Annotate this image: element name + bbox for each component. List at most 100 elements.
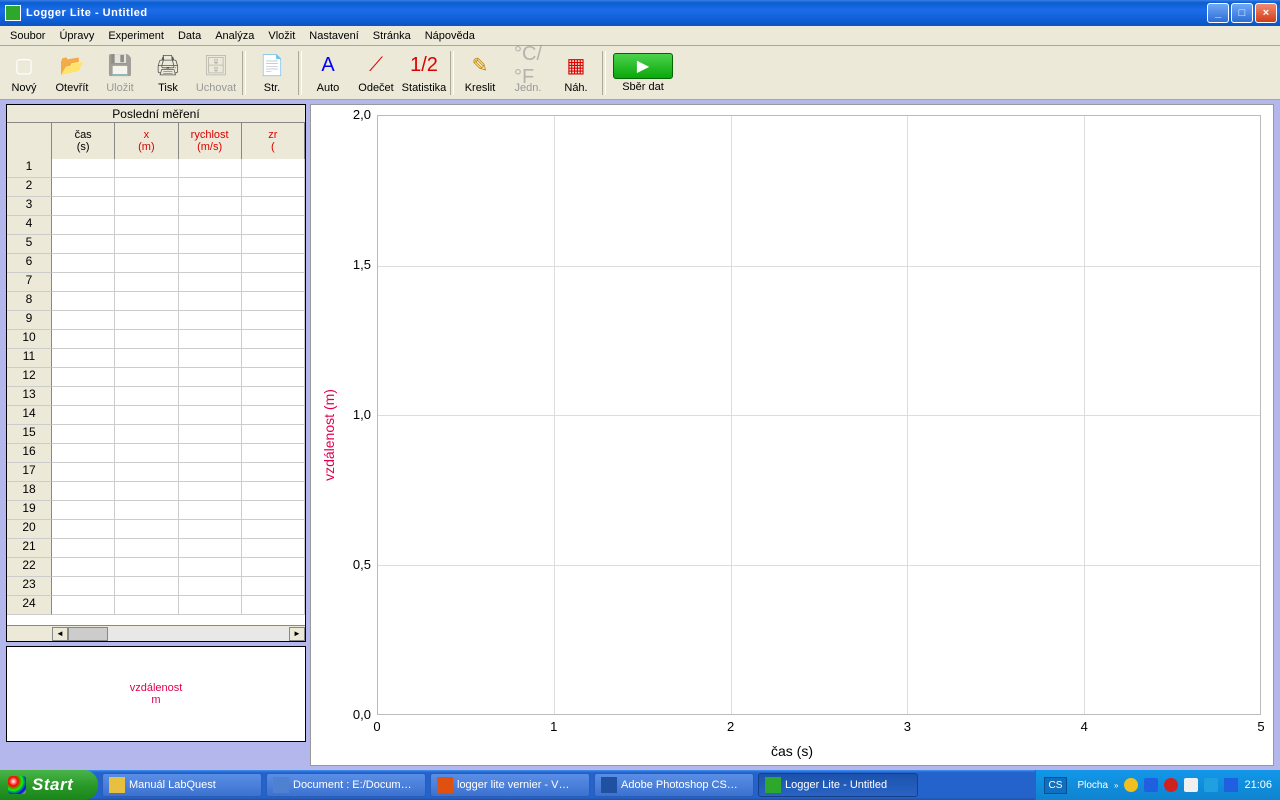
scroll-right-button[interactable]: ► (289, 627, 305, 641)
column-header[interactable]: x(m) (115, 123, 178, 159)
readout-unit: m (151, 694, 160, 706)
autoscale-button[interactable]: AAuto (304, 48, 352, 98)
table-row[interactable]: 17 (7, 463, 305, 482)
y-axis-label[interactable]: vzdálenost (m) (321, 389, 337, 481)
scroll-left-button[interactable]: ◄ (52, 627, 68, 641)
menu-nastavení[interactable]: Nastavení (303, 28, 365, 44)
toolbar-label: Statistika (402, 82, 447, 94)
page-button[interactable]: 📄Str. (248, 48, 296, 98)
table-row[interactable]: 19 (7, 501, 305, 520)
x-tick: 0 (373, 719, 380, 734)
file-icon: ▢ (10, 52, 38, 80)
stats-icon: 1/2 (410, 52, 438, 80)
column-headers: čas(s)x(m)rychlost(m/s)zr( (7, 123, 305, 159)
table-row[interactable]: 20 (7, 520, 305, 539)
start-button[interactable]: Start (0, 770, 98, 800)
menu-analýza[interactable]: Analýza (209, 28, 260, 44)
table-row[interactable]: 1 (7, 159, 305, 178)
table-row[interactable]: 2 (7, 178, 305, 197)
table-horizontal-scrollbar[interactable]: ◄ ► (7, 625, 305, 641)
table-row[interactable]: 4 (7, 216, 305, 235)
column-header[interactable]: zr( (242, 123, 305, 159)
table-title: Poslední měření (7, 105, 305, 123)
examine-button[interactable]: ⟋Odečet (352, 48, 400, 98)
toolbar-label: Uložit (106, 82, 134, 94)
plot-region[interactable] (377, 115, 1261, 715)
table-row[interactable]: 18 (7, 482, 305, 501)
menu-soubor[interactable]: Soubor (4, 28, 51, 44)
y-tick: 0,5 (353, 557, 371, 572)
table-row[interactable]: 7 (7, 273, 305, 292)
tray-icon[interactable] (1144, 778, 1158, 792)
preview-button[interactable]: ▦Náh. (552, 48, 600, 98)
table-row[interactable]: 21 (7, 539, 305, 558)
system-tray[interactable]: CS Plocha » 21:06 (1035, 770, 1280, 800)
tray-icon[interactable] (1124, 778, 1138, 792)
tray-icon[interactable] (1204, 778, 1218, 792)
clock[interactable]: 21:06 (1244, 779, 1272, 791)
units-button[interactable]: °C/°FJedn. (504, 48, 552, 98)
menu-experiment[interactable]: Experiment (102, 28, 170, 44)
column-header[interactable]: čas(s) (52, 123, 115, 159)
chart-area[interactable]: vzdálenost (m) 0,00,51,01,52,0 012345 ča… (310, 104, 1274, 766)
language-indicator[interactable]: CS (1044, 777, 1068, 794)
taskbar-button[interactable]: Document : E:/Docum… (266, 773, 426, 797)
menu-nápověda[interactable]: Nápověda (419, 28, 481, 44)
minimize-button[interactable]: _ (1207, 3, 1229, 23)
print-icon: 🖨 (154, 52, 182, 80)
table-row[interactable]: 3 (7, 197, 305, 216)
tray-icon[interactable] (1224, 778, 1238, 792)
table-row[interactable]: 23 (7, 577, 305, 596)
table-row[interactable]: 16 (7, 444, 305, 463)
column-header[interactable]: rychlost(m/s) (179, 123, 242, 159)
menu-vložit[interactable]: Vložit (262, 28, 301, 44)
table-row[interactable]: 6 (7, 254, 305, 273)
desktop-label[interactable]: Plocha (1077, 780, 1108, 791)
x-tick: 1 (550, 719, 557, 734)
x-axis-label[interactable]: čas (s) (771, 743, 813, 759)
file-button[interactable]: ▢Nový (0, 48, 48, 98)
table-row[interactable]: 12 (7, 368, 305, 387)
menubar: SouborÚpravyExperimentDataAnalýzaVložitN… (0, 26, 1280, 46)
collect-button[interactable]: ▶Sběr dat (608, 48, 678, 98)
maximize-button[interactable]: □ (1231, 3, 1253, 23)
table-row[interactable]: 24 (7, 596, 305, 615)
table-row[interactable]: 15 (7, 425, 305, 444)
table-row[interactable]: 9 (7, 311, 305, 330)
taskbar-button[interactable]: logger lite vernier - V… (430, 773, 590, 797)
task-label: Adobe Photoshop CS… (621, 779, 738, 791)
taskbar-button[interactable]: Manuál LabQuest (102, 773, 262, 797)
taskbar-button[interactable]: Adobe Photoshop CS… (594, 773, 754, 797)
toolbar-label: Auto (317, 82, 340, 94)
taskbar-button[interactable]: Logger Lite - Untitled (758, 773, 918, 797)
open-button[interactable]: 📂Otevřít (48, 48, 96, 98)
tray-icon[interactable] (1164, 778, 1178, 792)
workspace: Poslední měření čas(s)x(m)rychlost(m/s)z… (0, 100, 1280, 770)
task-icon (437, 777, 453, 793)
table-row[interactable]: 13 (7, 387, 305, 406)
menu-data[interactable]: Data (172, 28, 207, 44)
table-row[interactable]: 10 (7, 330, 305, 349)
close-button[interactable]: × (1255, 3, 1277, 23)
store-button[interactable]: 🗄Uchovat (192, 48, 240, 98)
store-icon: 🗄 (202, 52, 230, 80)
print-button[interactable]: 🖨Tisk (144, 48, 192, 98)
table-row[interactable]: 22 (7, 558, 305, 577)
table-row[interactable]: 11 (7, 349, 305, 368)
save-button[interactable]: 💾Uložit (96, 48, 144, 98)
scroll-thumb[interactable] (68, 627, 108, 641)
y-tick: 1,0 (353, 407, 371, 422)
draw-button[interactable]: ✎Kreslit (456, 48, 504, 98)
table-row[interactable]: 5 (7, 235, 305, 254)
table-row[interactable]: 14 (7, 406, 305, 425)
task-label: Manuál LabQuest (129, 779, 216, 791)
data-table[interactable]: Poslední měření čas(s)x(m)rychlost(m/s)z… (6, 104, 306, 642)
menu-úpravy[interactable]: Úpravy (53, 28, 100, 44)
menu-stránka[interactable]: Stránka (367, 28, 417, 44)
draw-icon: ✎ (466, 52, 494, 80)
units-icon: °C/°F (514, 52, 542, 80)
tray-icon[interactable] (1184, 778, 1198, 792)
table-row[interactable]: 8 (7, 292, 305, 311)
stats-button[interactable]: 1/2 Statistika (400, 48, 448, 98)
readout-panel[interactable]: vzdálenost m (6, 646, 306, 742)
